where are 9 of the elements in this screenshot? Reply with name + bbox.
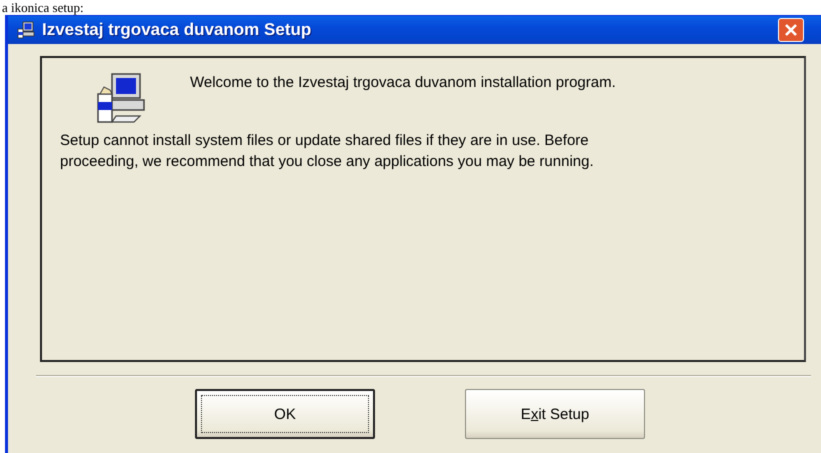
close-button[interactable] [778,18,804,42]
caption-text: a ikonica setup: [1,0,85,15]
close-icon [783,22,799,38]
welcome-text: Welcome to the Izvestaj trgovaca duvanom installation program. [190,74,616,91]
window-title: Izvestaj trgovaca duvanom Setup [42,20,312,40]
dialog-button[interactable]: Exit Setup [465,389,645,439]
dialog-button[interactable]: OK [195,389,375,439]
message-text: Setup cannot install system files or update shared files if they are in use. Before proceeding, we recommend that you close any applications you may be running. [60,131,595,172]
installer-icon [16,20,36,40]
